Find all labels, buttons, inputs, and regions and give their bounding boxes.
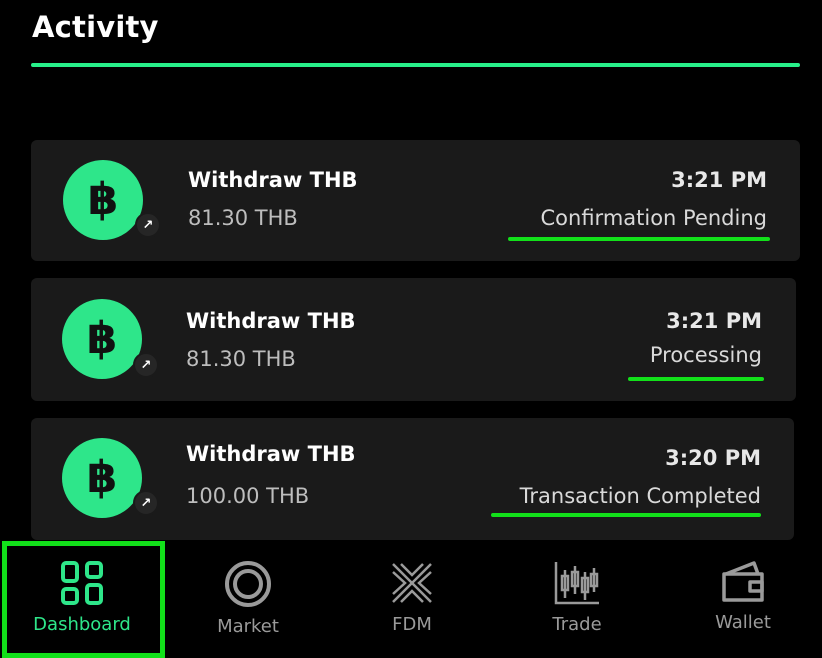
nav-label-trade: Trade [552, 614, 602, 635]
activity-item[interactable]: ฿ ↗ Withdraw THB 100.00 THB 3:20 PM Tran… [31, 418, 794, 540]
nav-item-wallet[interactable]: Wallet [663, 540, 822, 655]
nav-item-fdm[interactable]: FDM [332, 540, 492, 655]
active-tab-highlight [2, 541, 165, 658]
fdm-x-icon [392, 563, 432, 603]
nav-label-wallet: Wallet [715, 612, 771, 633]
nav-label-fdm: FDM [392, 614, 432, 635]
status-underline [508, 237, 770, 241]
status-underline [491, 513, 761, 517]
arrow-up-right-icon: ↗ [133, 352, 159, 378]
nav-item-trade[interactable]: Trade [497, 540, 657, 655]
activity-time: 3:21 PM [666, 309, 762, 333]
market-ring-icon [225, 561, 271, 607]
activity-time: 3:21 PM [671, 168, 767, 192]
title-underline [31, 63, 800, 67]
status-label: Processing [649, 343, 762, 367]
candlestick-chart-icon [554, 562, 599, 605]
activity-title: Withdraw THB [186, 309, 356, 333]
wallet-icon [722, 561, 764, 602]
thb-coin-icon: ฿ [62, 438, 142, 518]
thb-coin-icon: ฿ [63, 160, 143, 240]
activity-item[interactable]: ฿ ↗ Withdraw THB 81.30 THB 3:21 PM Confi… [31, 140, 800, 261]
activity-time: 3:20 PM [665, 446, 761, 470]
activity-amount: 81.30 THB [186, 347, 296, 371]
arrow-up-right-icon: ↗ [133, 490, 159, 516]
page-title: Activity [32, 10, 159, 44]
activity-title: Withdraw THB [188, 168, 358, 192]
activity-amount: 81.30 THB [188, 206, 298, 230]
status-underline [628, 377, 764, 381]
activity-title: Withdraw THB [186, 442, 356, 466]
thb-coin-icon: ฿ [62, 299, 142, 379]
nav-item-market[interactable]: Market [168, 540, 328, 655]
status-label: Confirmation Pending [540, 206, 768, 230]
arrow-up-right-icon: ↗ [135, 212, 161, 238]
nav-label-market: Market [217, 616, 279, 637]
activity-amount: 100.00 THB [186, 484, 310, 508]
activity-item[interactable]: ฿ ↗ Withdraw THB 81.30 THB 3:21 PM Proce… [31, 278, 796, 401]
status-label: Transaction Completed [519, 484, 761, 508]
